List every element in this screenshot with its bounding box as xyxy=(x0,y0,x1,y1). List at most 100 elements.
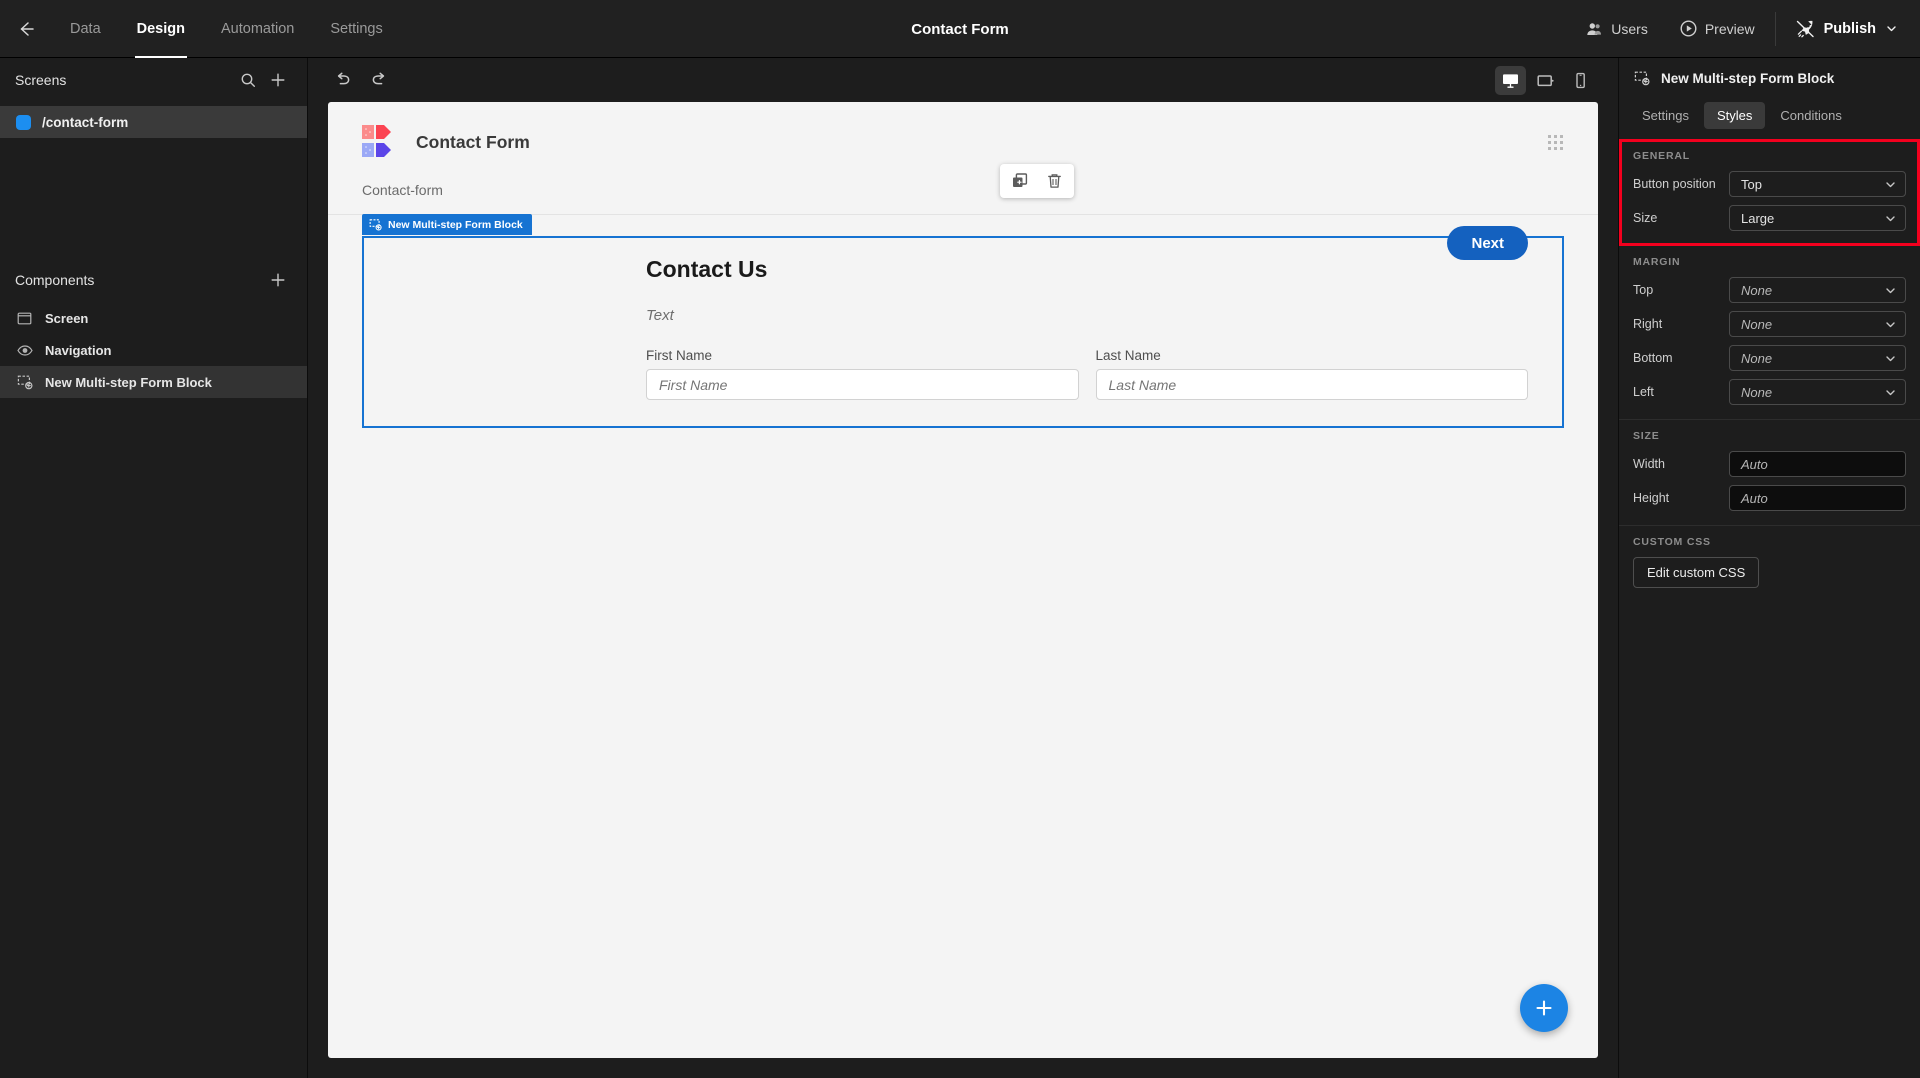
delete-button[interactable] xyxy=(1042,169,1066,193)
device-switcher xyxy=(1495,65,1596,95)
tab-design-label: Design xyxy=(136,20,185,37)
screens-header: Screens xyxy=(0,58,307,102)
right-panel-content: GENERAL Button position Top Size Large M… xyxy=(1619,139,1920,1078)
device-desktop-button[interactable] xyxy=(1495,65,1526,95)
margin-top-label: Top xyxy=(1633,283,1654,297)
redo-button[interactable] xyxy=(364,65,394,95)
canvas-wrapper: Contact Form Contact-form New Multi-step… xyxy=(308,102,1618,1078)
selected-block-tag: New Multi-step Form Block xyxy=(362,214,532,235)
tab-settings[interactable]: Settings xyxy=(312,0,400,58)
size-select[interactable]: Large xyxy=(1729,205,1906,231)
form-block-glyph xyxy=(1634,71,1650,86)
block-tag-label: New Multi-step Form Block xyxy=(388,218,523,231)
first-name-label: First Name xyxy=(646,348,713,363)
right-panel-title: New Multi-step Form Block xyxy=(1661,70,1835,86)
canvas-toolbar xyxy=(308,58,1618,102)
eye-icon xyxy=(16,342,33,359)
device-mobile-button[interactable] xyxy=(1565,66,1596,95)
margin-bottom-select[interactable]: None xyxy=(1729,345,1906,371)
last-name-input[interactable]: Last Name xyxy=(1095,369,1528,400)
plus-icon xyxy=(1536,1000,1552,1016)
right-panel-tabs: Settings Styles Conditions xyxy=(1619,98,1920,139)
undo-button[interactable] xyxy=(328,65,358,95)
size-row: Size Large xyxy=(1633,205,1906,231)
element-toolbar xyxy=(1000,164,1074,198)
desktop-icon xyxy=(1503,73,1518,88)
tablet-icon xyxy=(1537,74,1554,86)
search-icon[interactable] xyxy=(235,67,261,93)
right-panel-header: New Multi-step Form Block xyxy=(1619,58,1920,98)
left-sidebar: Screens /contact-form Components Screen … xyxy=(0,58,308,1078)
first-name-input[interactable]: First Name xyxy=(646,369,1079,400)
custom-css-section-title: CUSTOM CSS xyxy=(1633,536,1711,548)
app-root: Data Design Automation Settings Contact … xyxy=(0,0,1920,1078)
components-header: Components xyxy=(0,258,307,302)
general-section-title: GENERAL xyxy=(1633,150,1690,162)
form-left-spacer xyxy=(398,256,646,400)
duplicate-button[interactable] xyxy=(1008,169,1032,193)
width-row: Width Auto xyxy=(1633,451,1906,477)
sidebar-item-contact-form[interactable]: /contact-form xyxy=(0,106,307,138)
design-canvas[interactable]: Contact Form Contact-form New Multi-step… xyxy=(328,102,1598,1058)
canvas-header: Contact Form xyxy=(328,102,1598,160)
publish-button[interactable]: Publish xyxy=(1780,0,1920,58)
margin-bottom-row: Bottom None xyxy=(1633,345,1906,371)
tab-data-label: Data xyxy=(70,20,101,37)
tab-settings[interactable]: Settings xyxy=(1629,102,1702,129)
form-block-icon xyxy=(16,374,33,391)
screens-list: /contact-form xyxy=(0,102,307,138)
preview-play-icon xyxy=(1680,20,1697,37)
margin-top-value: None xyxy=(1741,282,1773,298)
back-button[interactable] xyxy=(0,0,52,58)
width-label: Width xyxy=(1633,457,1665,471)
add-component-icon[interactable] xyxy=(265,267,291,293)
sidebar-item-multistep-form-block[interactable]: New Multi-step Form Block xyxy=(0,366,307,398)
add-block-fab[interactable] xyxy=(1520,984,1568,1032)
sidebar-item-navigation[interactable]: Navigation xyxy=(0,334,307,366)
top-bar-actions: Users Preview Publish xyxy=(1570,0,1920,58)
tab-design[interactable]: Design xyxy=(119,0,203,58)
first-name-field-group: First Name First Name xyxy=(646,348,1079,400)
screen-glyph xyxy=(17,312,32,324)
device-tablet-button[interactable] xyxy=(1530,66,1561,95)
tab-styles[interactable]: Styles xyxy=(1703,102,1766,129)
general-section: GENERAL Button position Top Size Large xyxy=(1619,139,1920,246)
margin-right-value: None xyxy=(1741,316,1773,332)
size-value: Large xyxy=(1741,210,1775,226)
margin-top-select[interactable]: None xyxy=(1729,277,1906,303)
margin-bottom-label: Bottom xyxy=(1633,351,1673,365)
margin-left-select[interactable]: None xyxy=(1729,379,1906,405)
form-block-icon xyxy=(1633,70,1650,87)
form-text: Text xyxy=(646,307,674,324)
drag-handle-icon[interactable] xyxy=(1547,134,1564,151)
screen-label: /contact-form xyxy=(42,114,129,130)
width-input[interactable]: Auto xyxy=(1729,451,1906,477)
mobile-icon xyxy=(1576,72,1585,88)
tab-conditions[interactable]: Conditions xyxy=(1767,102,1854,129)
button-position-row: Button position Top xyxy=(1633,171,1906,197)
chevron-down-icon xyxy=(1886,355,1895,361)
sidebar-item-screen[interactable]: Screen xyxy=(0,302,307,334)
plus-glyph xyxy=(271,73,285,87)
add-screen-icon[interactable] xyxy=(265,67,291,93)
preview-button[interactable]: Preview xyxy=(1664,0,1771,58)
edit-custom-css-button[interactable]: Edit custom CSS xyxy=(1633,557,1760,588)
size-label: Size xyxy=(1633,211,1658,225)
next-button[interactable]: Next xyxy=(1447,226,1528,260)
form-fields-row: First Name First Name Last Name Last Nam… xyxy=(646,348,1528,400)
multistep-form-block[interactable]: Next Contact Us Text First Name First Na… xyxy=(362,226,1564,428)
tab-automation[interactable]: Automation xyxy=(203,0,312,58)
tab-data[interactable]: Data xyxy=(52,0,119,58)
height-input[interactable]: Auto xyxy=(1729,485,1906,511)
margin-right-select[interactable]: None xyxy=(1729,311,1906,337)
button-position-label: Button position xyxy=(1633,177,1716,191)
grid-dots-glyph xyxy=(1548,134,1563,150)
last-name-field-group: Last Name Last Name xyxy=(1095,348,1528,400)
margin-left-row: Left None xyxy=(1633,379,1906,405)
users-button[interactable]: Users xyxy=(1570,0,1664,58)
margin-bottom-value: None xyxy=(1741,350,1773,366)
eye-glyph xyxy=(16,344,33,356)
component-label: New Multi-step Form Block xyxy=(45,374,212,390)
button-position-select[interactable]: Top xyxy=(1729,171,1906,197)
chevron-down-icon xyxy=(1886,287,1895,293)
